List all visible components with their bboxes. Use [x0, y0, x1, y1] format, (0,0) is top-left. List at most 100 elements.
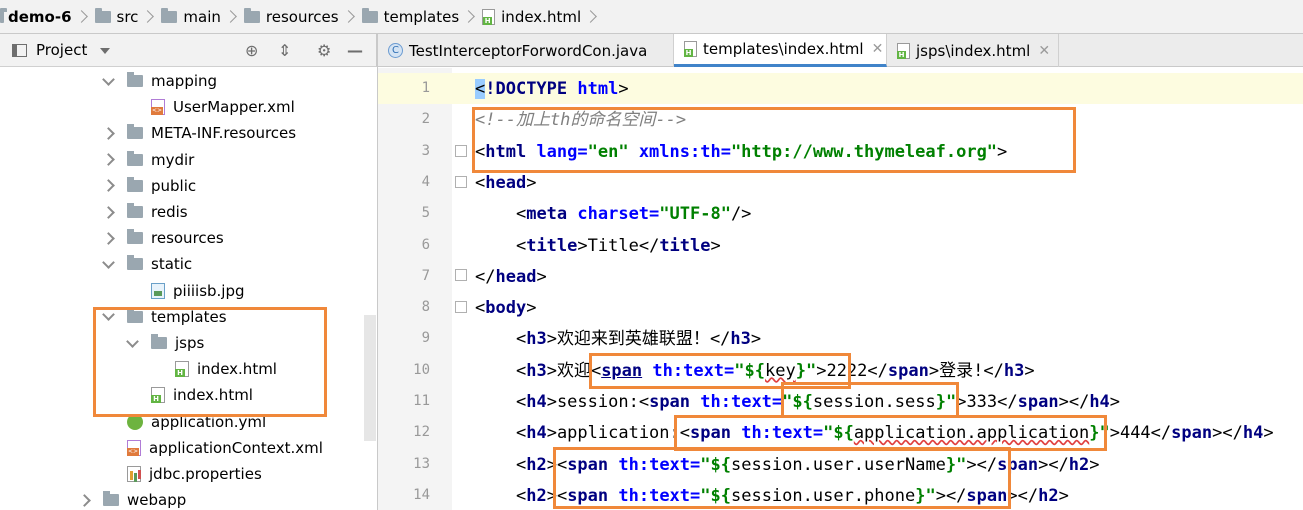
code-token: "${	[734, 360, 765, 381]
tree-item-label: mapping	[151, 72, 218, 90]
breadcrumb-file[interactable]: index.html	[482, 0, 581, 33]
tab-testinterceptorforwordcon-java[interactable]: C TestInterceptorForwordCon.java	[378, 34, 674, 67]
tree-item-piiiisb-jpg[interactable]: piiiisb.jpg	[128, 278, 245, 304]
tree-scrollbar[interactable]	[364, 315, 376, 441]
code-token: >	[546, 329, 557, 350]
code-token: 欢迎来到英雄联盟！	[556, 329, 710, 350]
tab-jsps-index-html[interactable]: jsps\index.html ✕	[887, 34, 1059, 67]
code-token: span	[567, 485, 619, 506]
code-line[interactable]: <html lang="en" xmlns:th="http://www.thy…	[475, 141, 1007, 163]
code-token: 欢迎	[556, 360, 591, 381]
breadcrumb-src[interactable]: src	[94, 0, 138, 33]
tree-item-webapp[interactable]: webapp	[78, 487, 186, 510]
tree-item-mydir[interactable]: mydir	[102, 147, 194, 173]
chevron-right-icon[interactable]	[78, 493, 91, 507]
tree-item-jsps[interactable]: jsps	[126, 330, 204, 356]
tree-item-templates[interactable]: templates	[102, 304, 227, 330]
chevron-down-icon[interactable]	[102, 308, 115, 322]
code-line[interactable]: <h2><span th:text="${session.user.userNa…	[475, 454, 1100, 476]
tree-item-label: templates	[151, 307, 227, 326]
fold-marker-icon[interactable]	[455, 145, 467, 157]
code-line[interactable]: <h4>session:<span th:text="${session.ses…	[475, 391, 1120, 413]
tree-item-public[interactable]: public	[102, 173, 196, 199]
code-token: >	[1058, 485, 1069, 506]
code-line[interactable]: <body>	[475, 297, 536, 319]
code-token: key	[765, 360, 796, 381]
tree-item-static[interactable]: static	[102, 251, 192, 277]
folder-icon	[127, 203, 143, 218]
hide-panel-icon[interactable]: —	[347, 43, 363, 59]
code-token: <	[590, 360, 602, 381]
code-token: >	[956, 392, 967, 412]
breadcrumb-label: main	[183, 7, 221, 26]
resources-folder-icon	[243, 7, 260, 23]
fold-marker-icon[interactable]	[455, 176, 467, 188]
code-token: "${	[782, 392, 813, 412]
code-line[interactable]: <!DOCTYPE html>	[475, 78, 629, 100]
tree-item-usermapper-xml[interactable]: UserMapper.xml	[128, 94, 295, 120]
code-token: "en"	[587, 141, 639, 162]
code-line[interactable]: <h3>欢迎来到英雄联盟！</h3>	[475, 328, 761, 350]
code-token: <	[475, 79, 486, 99]
tree-item-jdbc-properties[interactable]: jdbc.properties	[104, 461, 262, 487]
chevron-right-icon[interactable]	[102, 127, 115, 140]
breadcrumb-project[interactable]: demo-6	[0, 0, 72, 33]
code-token: >	[997, 141, 1008, 162]
locate-target-icon[interactable]: ⊕	[245, 43, 258, 59]
breadcrumb-templates[interactable]: templates	[361, 0, 459, 33]
close-icon[interactable]: ✕	[872, 41, 884, 57]
chevron-down-icon[interactable]	[102, 256, 115, 269]
chevron-down-icon[interactable]	[102, 72, 115, 86]
close-icon[interactable]: ✕	[1038, 43, 1050, 59]
tree-item-application-yml[interactable]: application.yml	[104, 409, 266, 435]
code-line[interactable]: </head>	[475, 266, 547, 288]
tree-item-index-html[interactable]: index.html	[128, 382, 253, 408]
chevron-right-icon	[584, 10, 597, 23]
code-line[interactable]: <h4>application:<span th:text="${applica…	[475, 422, 1274, 444]
chevron-right-icon[interactable]	[102, 179, 115, 193]
line-number: 7	[421, 267, 430, 284]
code-token: head	[495, 266, 537, 287]
tree-item-redis[interactable]: redis	[102, 199, 188, 225]
code-token: }"	[1089, 423, 1110, 444]
tree-item-meta-inf-resources[interactable]: META-INF.resources	[102, 120, 296, 146]
code-token: </	[1150, 423, 1172, 444]
breadcrumb: demo-6 src main resources templates inde…	[0, 0, 1303, 34]
fold-marker-icon[interactable]	[455, 269, 467, 281]
html-file-icon	[897, 42, 910, 59]
tree-item-resources[interactable]: resources	[102, 225, 224, 251]
chevron-right-icon[interactable]	[102, 231, 115, 245]
breadcrumb-label: demo-6	[8, 7, 72, 26]
chevron-right-icon	[462, 10, 476, 23]
code-line[interactable]: <head>	[475, 172, 536, 194]
code-token: <	[556, 485, 568, 506]
project-view-selector[interactable]: Project	[36, 41, 87, 59]
code-line[interactable]: <h3>欢迎<span th:text="${key}">2222</span>…	[475, 360, 1035, 382]
code-line[interactable]: <h2><span th:text="${session.user.phone}…	[475, 485, 1069, 507]
code-line[interactable]: <!--加上th的命名空间-->	[475, 109, 686, 131]
code-line[interactable]: <meta charset="UTF-8"/>	[475, 203, 751, 225]
tab-templates-index-html[interactable]: templates\index.html ✕	[674, 34, 887, 67]
code-token: th:text=	[700, 392, 783, 412]
chevron-right-icon[interactable]	[102, 205, 115, 219]
line-number: 3	[421, 142, 430, 159]
breadcrumb-resources[interactable]: resources	[243, 0, 339, 33]
tree-item-label: jdbc.properties	[149, 465, 262, 483]
collapse-all-icon[interactable]: ⇕	[278, 43, 291, 59]
chevron-down-icon[interactable]	[100, 48, 110, 54]
gear-icon[interactable]: ⚙	[317, 43, 331, 59]
code-line[interactable]: <title>Title</title>	[475, 235, 721, 257]
tree-item-applicationcontext-xml[interactable]: applicationContext.xml	[104, 435, 323, 461]
chevron-down-icon[interactable]	[126, 334, 139, 348]
code-token: span	[690, 423, 742, 444]
editor-gutter[interactable]	[378, 68, 452, 510]
project-tree[interactable]: mapping UserMapper.xml META-INF.resources m…	[0, 68, 364, 510]
breadcrumb-main[interactable]: main	[161, 0, 221, 33]
fold-marker-icon[interactable]	[455, 301, 467, 313]
tree-item-index-html[interactable]: index.html	[152, 356, 277, 382]
line-number: 13	[413, 455, 430, 472]
code-token: >	[710, 235, 721, 256]
tree-item-mapping[interactable]: mapping	[102, 68, 218, 94]
chevron-right-icon[interactable]	[102, 153, 115, 166]
